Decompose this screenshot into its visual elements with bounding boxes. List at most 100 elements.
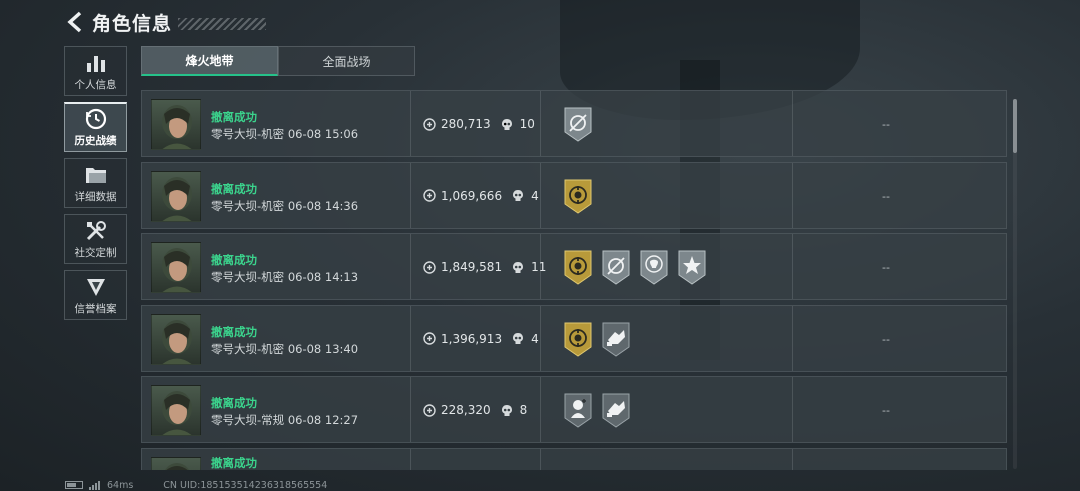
extraction-value: 228,320 — [441, 403, 491, 417]
skull-icon — [513, 261, 524, 273]
side-item-label: 个人信息 — [74, 78, 117, 91]
column-divider — [410, 234, 411, 299]
signal-icon — [89, 480, 101, 490]
status-text: 撤离成功 — [211, 181, 257, 196]
value-kills: 228,320 8 — [423, 403, 527, 417]
page-header: 角色信息 — [64, 8, 267, 36]
tab-warzone[interactable]: 烽火地带 — [141, 46, 278, 76]
side-item-detail-data[interactable]: 详细数据 — [64, 158, 127, 208]
chevron-left-icon — [67, 11, 82, 33]
status-text: 撤离成功 — [211, 110, 257, 124]
column-divider — [410, 162, 411, 228]
hands-badge-icon[interactable] — [601, 322, 631, 357]
side-item-label: 信誉档案 — [74, 302, 117, 315]
datetime: 06-08 14:36 — [287, 198, 359, 213]
currency-icon — [423, 117, 436, 131]
side-item-history[interactable]: 历史战绩 — [64, 102, 127, 152]
datetime: 06-08 13:40 — [287, 341, 359, 356]
match-record-row[interactable]: 撤离成功 零号大坝-机密 06-08 15:06 280,713 10 -- — [141, 90, 1007, 157]
operator-avatar — [151, 242, 201, 293]
map-mode: 零号大坝-机密 — [211, 341, 285, 356]
badge-list — [563, 179, 601, 214]
skull-badge-icon[interactable] — [639, 250, 669, 285]
skull-icon — [501, 404, 512, 416]
ping-text: 64ms — [107, 479, 134, 491]
extraction-value: 1,069,666 — [441, 188, 503, 203]
hands-badge-icon[interactable] — [601, 393, 631, 428]
reputation-icon — [83, 275, 109, 299]
status-text: 撤离成功 — [211, 324, 257, 339]
side-item-social[interactable]: 社交定制 — [64, 214, 127, 264]
kill-count: 10 — [519, 117, 535, 131]
kill-count: 4 — [531, 331, 539, 346]
skull-icon — [513, 190, 524, 201]
mode-tabs: 烽火地带 全面战场 — [141, 46, 415, 76]
column-divider — [540, 162, 541, 228]
bar-chart-icon — [83, 51, 109, 75]
extraction-value: 280,713 — [441, 117, 491, 131]
crosshair-badge-icon[interactable] — [601, 250, 631, 285]
side-item-personal-info[interactable]: 个人信息 — [64, 46, 127, 96]
status-text: 撤离成功 — [211, 253, 257, 267]
operator-avatar — [151, 170, 201, 222]
scrollbar-thumb[interactable] — [1013, 99, 1017, 153]
column-divider — [792, 234, 793, 299]
match-record-row[interactable]: 撤离成功 零号大坝-机密 06-08 14:13 1,849,581 11 -- — [141, 233, 1007, 300]
currency-icon — [423, 189, 436, 202]
medic-badge-icon[interactable] — [563, 393, 593, 428]
value-kills: 1,396,913 4 — [423, 332, 539, 346]
map-mode: 零号大坝-机密 — [211, 270, 285, 284]
operator-avatar — [151, 385, 201, 436]
map-datetime: 零号大坝-机密 06-08 13:40 — [211, 341, 358, 357]
gold-emblem-badge-icon[interactable] — [563, 322, 593, 357]
folder-icon — [83, 163, 109, 187]
map-datetime: 零号大坝-常规 06-08 12:27 — [211, 412, 358, 428]
column-divider — [792, 91, 793, 156]
datetime: 06-08 14:13 — [287, 270, 359, 284]
column-divider — [540, 377, 541, 442]
column-divider — [540, 305, 541, 371]
map-datetime: 零号大坝-机密 06-08 14:36 — [211, 198, 358, 214]
history-clock-icon — [83, 107, 109, 131]
skull-icon — [513, 333, 524, 344]
gold-emblem-badge-icon[interactable] — [563, 179, 593, 214]
match-record-row[interactable]: 撤离成功 零号大坝-常规 06-08 12:27 228,320 8 -- — [141, 376, 1007, 443]
side-menu: 个人信息 历史战绩 详细数据 社交定制 信誉档案 — [64, 46, 127, 326]
column-divider — [792, 305, 793, 371]
value-kills: 1,849,581 11 — [423, 260, 546, 274]
extra-info: -- — [882, 261, 890, 274]
badge-list — [563, 250, 715, 285]
scroll-track[interactable] — [1013, 99, 1017, 469]
gold-emblem-badge-icon[interactable] — [563, 250, 593, 285]
column-divider — [792, 448, 793, 470]
match-record-row-partial[interactable]: 撤离成功 — [141, 447, 1007, 470]
tab-full-battlefield[interactable]: 全面战场 — [278, 46, 415, 76]
back-button[interactable] — [64, 9, 86, 35]
kill-count: 11 — [531, 260, 547, 274]
badge-list — [563, 322, 639, 357]
badge-list — [563, 107, 601, 142]
column-divider — [792, 377, 793, 442]
match-record-row[interactable]: 撤离成功 零号大坝-机密 06-08 14:36 1,069,666 4 -- — [141, 161, 1007, 229]
column-divider — [410, 91, 411, 156]
column-divider — [540, 91, 541, 156]
crosshair-badge-icon[interactable] — [563, 107, 593, 142]
value-kills: 280,713 10 — [423, 117, 535, 131]
title-decoration — [178, 18, 267, 30]
kill-count: 8 — [519, 403, 528, 417]
extra-info: -- — [882, 189, 890, 203]
match-record-row[interactable]: 撤离成功 零号大坝-机密 06-08 13:40 1,396,913 4 -- — [141, 304, 1007, 372]
map-mode: 零号大坝-机密 — [211, 127, 285, 141]
status-footer: 64ms CN UID:185153514236318565554 — [65, 479, 327, 491]
currency-icon — [423, 332, 436, 345]
operator-avatar — [151, 313, 201, 365]
column-divider — [410, 305, 411, 371]
operator-avatar — [151, 99, 201, 150]
status-text: 撤离成功 — [211, 396, 257, 410]
side-item-reputation[interactable]: 信誉档案 — [64, 270, 127, 320]
star-badge-icon[interactable] — [677, 250, 707, 285]
map-mode: 零号大坝-常规 — [211, 413, 285, 427]
kill-count: 4 — [531, 188, 539, 203]
extra-info: -- — [882, 332, 890, 346]
column-divider — [540, 234, 541, 299]
